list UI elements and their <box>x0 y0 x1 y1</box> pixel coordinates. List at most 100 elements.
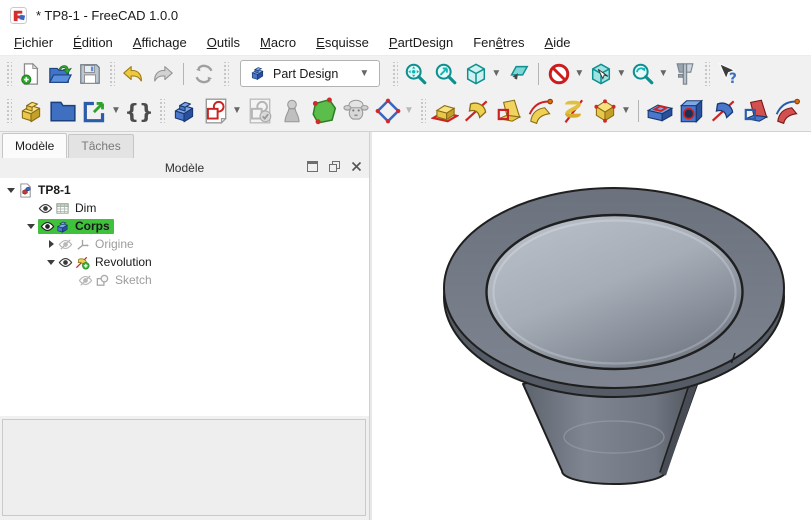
workbench-selector-value: Part Design <box>273 67 338 81</box>
create-part-button[interactable] <box>15 94 47 128</box>
axonometric-view-button[interactable] <box>461 59 491 89</box>
pad-icon <box>431 97 459 125</box>
combo-view-panel: Modèle Tâches Modèle <box>0 132 369 520</box>
expand-arrow-icon[interactable] <box>24 224 38 229</box>
fit-all-button[interactable] <box>401 59 431 89</box>
3d-viewport[interactable] <box>372 132 811 520</box>
whats-this-button[interactable]: ? <box>713 59 743 89</box>
toolbar-drag-handle[interactable] <box>222 62 229 86</box>
chevron-down-icon[interactable]: ▼ <box>404 106 416 116</box>
additive-pipe-icon <box>527 97 555 125</box>
toolbar-partdesign: ▼ {} <box>0 91 811 131</box>
tree-row-corps[interactable]: Corps <box>0 217 369 235</box>
menu-fichier[interactable]: Fichier <box>4 32 63 53</box>
tree-row-sketch[interactable]: Sketch <box>0 271 369 289</box>
refresh-button[interactable] <box>189 59 219 89</box>
undo-button[interactable] <box>118 59 148 89</box>
additive-loft-icon <box>495 97 523 125</box>
float-icon <box>329 161 340 172</box>
tab-taches[interactable]: Tâches <box>68 134 133 158</box>
new-document-icon <box>18 62 42 86</box>
menu-esquisse[interactable]: Esquisse <box>306 32 379 53</box>
menu-aide[interactable]: Aide <box>535 32 581 53</box>
create-body-button[interactable] <box>168 94 200 128</box>
view-cube-icon <box>589 62 613 86</box>
additive-helix-icon <box>559 97 587 125</box>
panel-float-button[interactable] <box>328 160 341 173</box>
additive-primitive-button[interactable] <box>589 94 621 128</box>
hole-button[interactable] <box>676 94 708 128</box>
zoom-rotate-icon <box>631 62 655 86</box>
panel-header: Modèle <box>0 158 369 178</box>
create-group-button[interactable] <box>47 94 79 128</box>
menu-partdesign[interactable]: PartDesign <box>379 32 463 53</box>
zoom-tools-button[interactable] <box>628 59 658 89</box>
validate-sketch-button[interactable] <box>308 94 340 128</box>
create-variable-set-button[interactable]: {} <box>123 94 155 128</box>
create-datum-button[interactable] <box>372 94 404 128</box>
view-cube-button[interactable] <box>586 59 616 89</box>
freecad-logo-icon <box>10 7 27 24</box>
fit-selection-button[interactable] <box>431 59 461 89</box>
panel-collapse-button[interactable] <box>306 160 319 173</box>
workbench-selector[interactable]: Part Design ▼ <box>240 60 380 87</box>
new-document-button[interactable] <box>15 59 45 89</box>
collapse-arrow-icon[interactable] <box>44 240 58 248</box>
redo-button[interactable] <box>148 59 178 89</box>
additive-loft-button[interactable] <box>493 94 525 128</box>
open-document-button[interactable] <box>45 59 75 89</box>
revolution-button[interactable] <box>461 94 493 128</box>
toolbar-drag-handle[interactable] <box>703 62 710 86</box>
menu-macro[interactable]: Macro <box>250 32 306 53</box>
menu-affichage[interactable]: Affichage <box>123 32 197 53</box>
align-to-selection-button[interactable] <box>503 59 533 89</box>
menu-edition[interactable]: Édition <box>63 32 123 53</box>
subtractive-loft-button[interactable] <box>740 94 772 128</box>
measure-button[interactable] <box>670 59 700 89</box>
chevron-down-icon[interactable]: ▼ <box>574 69 586 79</box>
toolbar-drag-handle[interactable] <box>5 62 12 86</box>
pad-button[interactable] <box>429 94 461 128</box>
pocket-button[interactable] <box>644 94 676 128</box>
menu-fenetres[interactable]: Fenêtres <box>463 32 534 53</box>
tree-row-dim[interactable]: Dim <box>0 199 369 217</box>
chevron-down-icon[interactable]: ▼ <box>658 69 670 79</box>
chevron-down-icon[interactable]: ▼ <box>616 69 628 79</box>
tree-row-origine[interactable]: Origine <box>0 235 369 253</box>
make-link-button[interactable] <box>79 94 111 128</box>
toolbar-drag-handle[interactable] <box>158 99 165 123</box>
toolbar-drag-handle[interactable] <box>5 99 12 123</box>
map-sketch-button[interactable] <box>276 94 308 128</box>
chevron-down-icon[interactable]: ▼ <box>491 69 503 79</box>
property-panel[interactable] <box>2 419 366 516</box>
additive-helix-button[interactable] <box>557 94 589 128</box>
svg-text:?: ? <box>729 71 737 86</box>
visible-eye-icon <box>38 219 55 234</box>
groove-button[interactable] <box>708 94 740 128</box>
chevron-down-icon[interactable]: ▼ <box>111 106 123 116</box>
toolbar-drag-handle[interactable] <box>391 62 398 86</box>
tree-row-document[interactable]: TP8-1 <box>0 181 369 199</box>
additive-pipe-button[interactable] <box>525 94 557 128</box>
create-sketch-button[interactable] <box>200 94 232 128</box>
align-to-selection-icon <box>506 62 530 86</box>
draw-style-button[interactable] <box>544 59 574 89</box>
tree-row-revolution[interactable]: Revolution <box>0 253 369 271</box>
expand-arrow-icon[interactable] <box>4 188 18 193</box>
toolbar-drag-handle[interactable] <box>108 62 115 86</box>
merge-sketches-button[interactable] <box>340 94 372 128</box>
visible-eye-icon <box>38 201 55 216</box>
expand-arrow-icon[interactable] <box>44 260 58 265</box>
tab-modele[interactable]: Modèle <box>2 133 67 158</box>
menu-outils[interactable]: Outils <box>197 32 250 53</box>
save-button[interactable] <box>75 59 105 89</box>
panel-close-button[interactable] <box>350 160 363 173</box>
datum-diamond-icon <box>374 97 402 125</box>
toolbar-drag-handle[interactable] <box>419 99 426 123</box>
edit-sketch-button[interactable] <box>244 94 276 128</box>
subtractive-pipe-button[interactable] <box>772 94 804 128</box>
chevron-down-icon[interactable]: ▼ <box>621 106 633 116</box>
map-sketch-icon <box>278 97 306 125</box>
hole-icon <box>678 97 706 125</box>
chevron-down-icon[interactable]: ▼ <box>232 106 244 116</box>
